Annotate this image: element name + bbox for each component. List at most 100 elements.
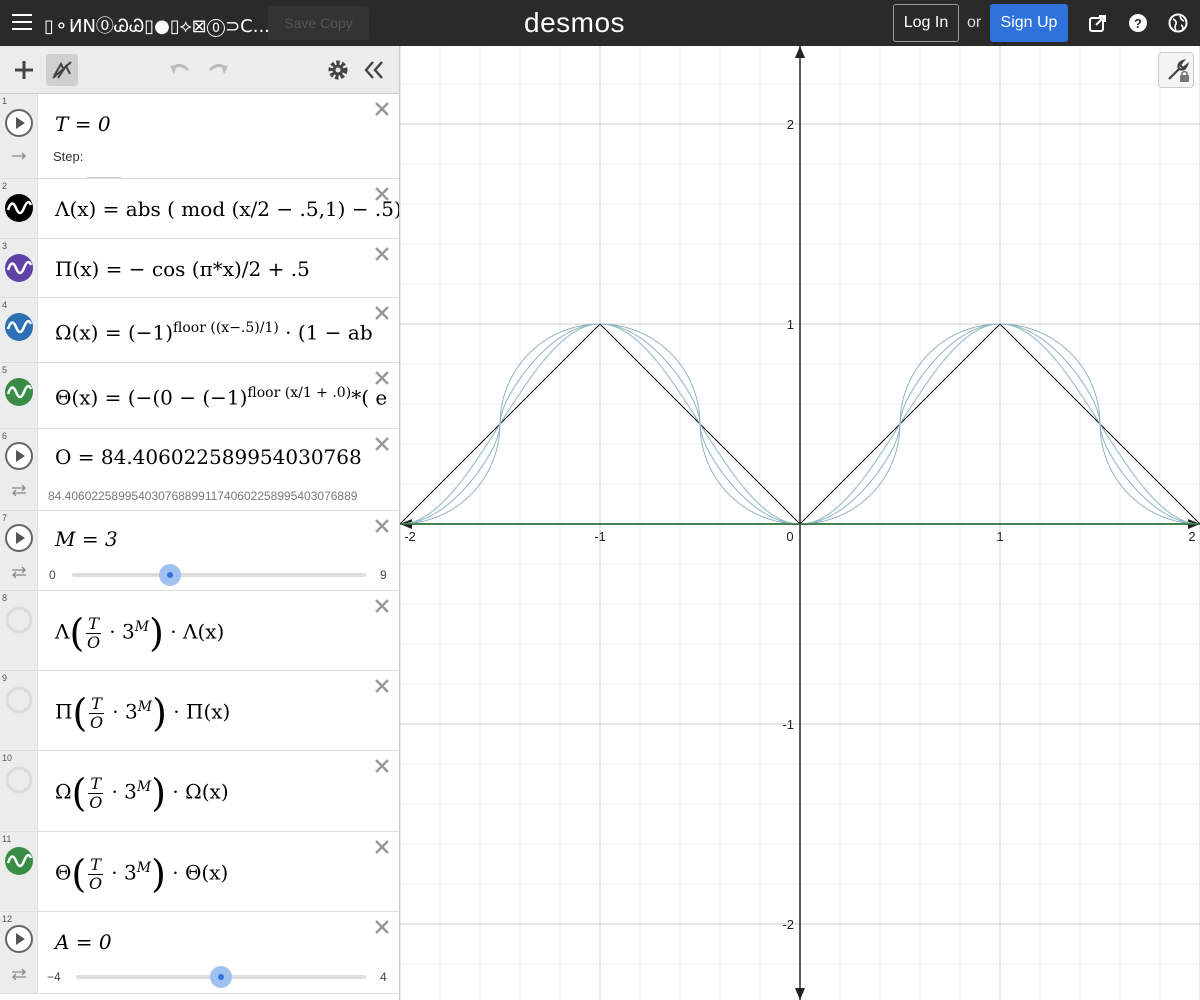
expression-row[interactable]: 1 T = 0 Step: xyxy=(0,94,399,179)
hide-all-icon[interactable] xyxy=(46,54,78,86)
redo-icon[interactable] xyxy=(202,54,234,86)
settings-gear-icon[interactable] xyxy=(322,54,354,86)
slider-min[interactable]: 0 xyxy=(49,568,56,582)
y-tick-label: 2 xyxy=(787,117,794,132)
play-icon[interactable] xyxy=(4,523,34,553)
expression-math[interactable]: Λ(x) = abs ( mod (x/2 − .5,1) − .5)* xyxy=(55,197,399,221)
delete-expression-icon[interactable] xyxy=(373,517,391,535)
language-globe-icon[interactable] xyxy=(1168,13,1188,33)
expression-math[interactable]: O = 84.4060225899540307688999 xyxy=(55,445,361,469)
undo-icon[interactable] xyxy=(164,54,196,86)
slider-max[interactable]: 9 xyxy=(380,568,387,582)
expression-math[interactable]: Ω(x) = (−1)floor ((x−.5)/1) · (1 − ab xyxy=(55,320,373,345)
save-copy-button[interactable]: Save Copy xyxy=(268,6,369,40)
slider-thumb[interactable] xyxy=(210,966,232,988)
line-number: 2 xyxy=(2,181,8,191)
expression-row[interactable]: 7 M = 3 0 9 xyxy=(0,511,399,591)
graph-settings-wrench-icon[interactable] xyxy=(1158,52,1194,88)
expression-row[interactable]: 2 Λ(x) = abs ( mod (x/2 − .5,1) − .5)* xyxy=(0,179,399,239)
slider-thumb[interactable] xyxy=(159,564,181,586)
slider-max[interactable]: 4 xyxy=(380,970,387,984)
delete-expression-icon[interactable] xyxy=(373,369,391,387)
expression-row[interactable]: 9 Π(T O · 3M) · Π(x) xyxy=(0,671,399,751)
x-tick-label: 2 xyxy=(1188,529,1195,544)
step-arrow-icon[interactable] xyxy=(10,150,28,162)
help-icon[interactable]: ? xyxy=(1128,13,1148,33)
add-expression-icon[interactable] xyxy=(8,54,40,86)
graph-title[interactable]: ▯⚬ИN⓪ᏊᏊ▯●▯⟡⊠⓪⊃C... xyxy=(44,12,270,38)
curve-color-icon-black[interactable] xyxy=(4,193,34,223)
menu-icon[interactable] xyxy=(12,14,32,32)
expression-gutter: 10 xyxy=(0,751,38,831)
slider-min[interactable]: −4 xyxy=(47,970,61,984)
line-number: 3 xyxy=(2,241,8,251)
line-number: 11 xyxy=(2,834,12,844)
step-input[interactable] xyxy=(86,164,122,178)
expression-math[interactable]: A = 0 xyxy=(55,930,112,954)
or-text: or xyxy=(967,14,982,31)
delete-expression-icon[interactable] xyxy=(373,304,391,322)
line-number: 6 xyxy=(2,431,8,441)
line-number: 9 xyxy=(2,673,8,683)
line-number: 12 xyxy=(2,914,13,924)
hidden-curve-icon[interactable] xyxy=(4,765,34,795)
login-button[interactable]: Log In xyxy=(893,4,959,42)
signup-button[interactable]: Sign Up xyxy=(990,4,1068,42)
delete-expression-icon[interactable] xyxy=(373,757,391,775)
line-number: 1 xyxy=(2,96,8,106)
delete-expression-icon[interactable] xyxy=(373,435,391,453)
curve-color-icon-blue[interactable] xyxy=(4,312,34,342)
x-tick-label: 1 xyxy=(996,529,1003,544)
expression-row[interactable]: 5 Θ(x) = (−(0 − (−1)floor (x/1 + .0)*( e xyxy=(0,363,399,429)
expression-math[interactable]: Θ(T O · 3M) · Θ(x) xyxy=(55,852,228,896)
expression-gutter: 4 xyxy=(0,298,38,362)
expression-row[interactable]: 10 Ω(T O · 3M) · Ω(x) xyxy=(0,751,399,832)
delete-expression-icon[interactable] xyxy=(373,597,391,615)
share-icon[interactable] xyxy=(1088,13,1108,33)
delete-expression-icon[interactable] xyxy=(373,838,391,856)
play-icon[interactable] xyxy=(4,108,34,138)
svg-text:?: ? xyxy=(1134,16,1142,31)
desmos-logo: desmos xyxy=(524,7,626,38)
expression-math[interactable]: Λ(T O · 3M) · Λ(x) xyxy=(55,611,224,655)
delete-expression-icon[interactable] xyxy=(373,245,391,263)
expression-row[interactable]: 3 Π(x) = − cos (π*x)/2 + .5 xyxy=(0,239,399,298)
delete-expression-icon[interactable] xyxy=(373,918,391,936)
expression-row[interactable]: 8 Λ(T O · 3M) · Λ(x) xyxy=(0,591,399,671)
expression-gutter: 1 xyxy=(0,94,38,178)
expression-math[interactable]: M = 3 xyxy=(55,527,118,551)
play-icon[interactable] xyxy=(4,924,34,954)
loop-mode-icon[interactable] xyxy=(10,484,28,496)
hidden-curve-icon[interactable] xyxy=(4,605,34,635)
play-icon[interactable] xyxy=(4,441,34,471)
delete-expression-icon[interactable] xyxy=(373,100,391,118)
expression-math[interactable]: Ω(T O · 3M) · Ω(x) xyxy=(55,771,229,815)
expression-row[interactable]: 11 Θ(T O · 3M) · Θ(x) xyxy=(0,832,399,912)
graph-canvas[interactable]: -2 -1 0 1 2 2 1 -1 -2 xyxy=(400,46,1200,1000)
curve-color-icon-green[interactable] xyxy=(4,377,34,407)
expression-gutter: 8 xyxy=(0,591,38,670)
x-tick-label: 0 xyxy=(786,529,793,544)
expression-math[interactable]: Π(T O · 3M) · Π(x) xyxy=(55,691,230,735)
expression-row[interactable]: 12 A = 0 −4 4 xyxy=(0,912,399,994)
step-label: Step: xyxy=(53,149,84,164)
delete-expression-icon[interactable] xyxy=(373,677,391,695)
expression-gutter: 2 xyxy=(0,179,38,238)
delete-expression-icon[interactable] xyxy=(373,185,391,203)
expression-math[interactable]: Π(x) = − cos (π*x)/2 + .5 xyxy=(55,257,310,281)
expression-row[interactable]: 4 Ω(x) = (−1)floor ((x−.5)/1) · (1 − ab xyxy=(0,298,399,363)
expression-math[interactable]: T = 0 xyxy=(55,112,111,136)
top-bar: ▯⚬ИN⓪ᏊᏊ▯●▯⟡⊠⓪⊃C... Save Copy desmos Log … xyxy=(0,0,1200,46)
curve-color-icon-purple[interactable] xyxy=(4,253,34,283)
hidden-curve-icon[interactable] xyxy=(4,685,34,715)
x-tick-label: -2 xyxy=(404,529,416,544)
line-number: 5 xyxy=(2,365,8,375)
expression-row[interactable]: 6 O = 84.4060225899540307688999 84.40602… xyxy=(0,429,399,511)
loop-mode-icon[interactable] xyxy=(10,968,28,980)
slider-track[interactable] xyxy=(72,573,366,577)
collapse-panel-icon[interactable] xyxy=(358,54,390,86)
curve-color-icon-green[interactable] xyxy=(4,846,34,876)
expression-toolbar xyxy=(0,46,399,94)
loop-mode-icon[interactable] xyxy=(10,566,28,578)
expression-math[interactable]: Θ(x) = (−(0 − (−1)floor (x/1 + .0)*( e xyxy=(55,385,387,410)
